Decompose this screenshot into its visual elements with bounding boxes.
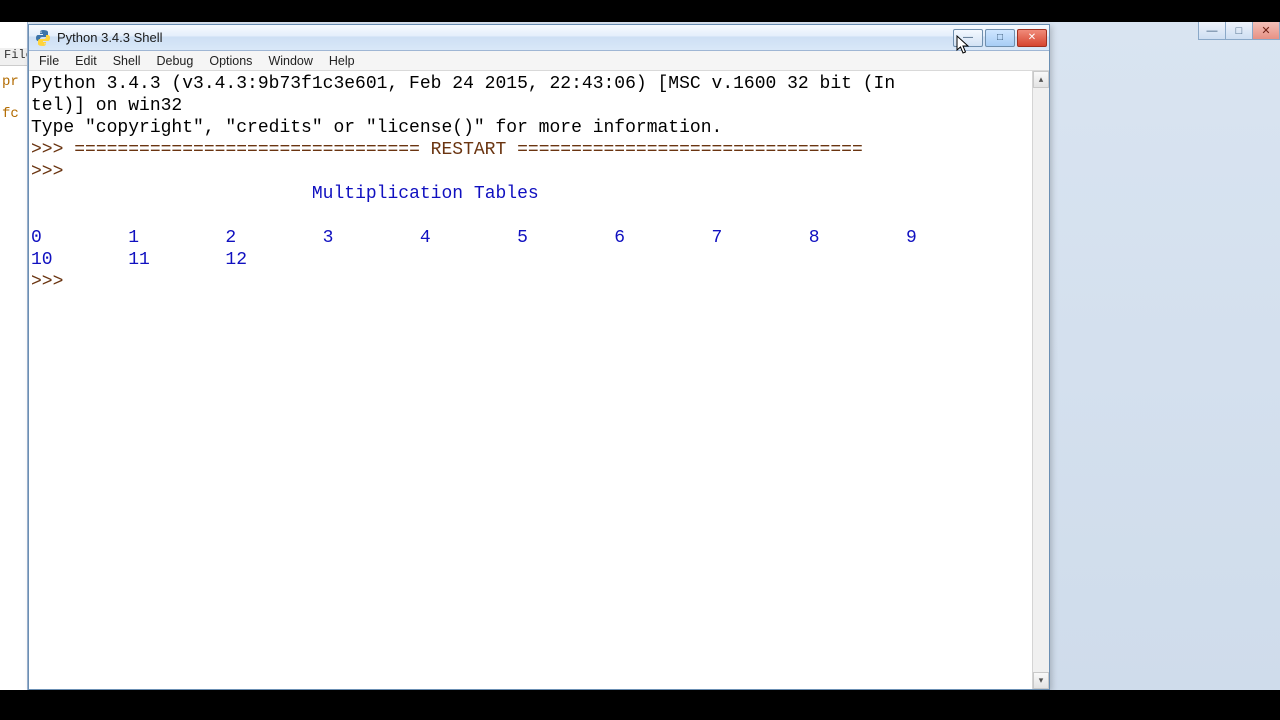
background-menu-file[interactable]: File	[0, 48, 28, 66]
python-icon	[35, 30, 51, 46]
banner-line: Type "copyright", "credits" or "license(…	[31, 118, 722, 138]
outer-maximize-button[interactable]: □	[1225, 22, 1253, 40]
menu-shell[interactable]: Shell	[105, 52, 149, 70]
output-numbers-row: 10 11 12	[31, 250, 323, 270]
desktop-area: — □ ✕ File pr fc Python 3.4.3 Shell — □ …	[0, 22, 1280, 690]
prompt: >>>	[31, 162, 74, 182]
outer-window-controls: — □ ✕	[1199, 22, 1280, 40]
menubar: File Edit Shell Debug Options Window Hel…	[29, 51, 1049, 71]
window-controls: — □ ✕	[951, 29, 1047, 47]
scroll-down-arrow[interactable]: ▾	[1033, 672, 1049, 689]
background-code-token: fc	[2, 106, 19, 122]
letterbox-top	[0, 0, 1280, 22]
close-button[interactable]: ✕	[1017, 29, 1047, 47]
letterbox-bottom	[0, 690, 1280, 720]
prompt: >>>	[31, 272, 74, 292]
outer-minimize-button[interactable]: —	[1198, 22, 1226, 40]
restart-line: ================================ RESTART…	[74, 140, 863, 160]
output-heading: Multiplication Tables	[312, 184, 539, 204]
output-heading-indent	[31, 184, 312, 204]
menu-file[interactable]: File	[31, 52, 67, 70]
maximize-button[interactable]: □	[985, 29, 1015, 47]
idle-shell-window: Python 3.4.3 Shell — □ ✕ File Edit Shell…	[28, 24, 1050, 690]
shell-area: Python 3.4.3 (v3.4.3:9b73f1c3e601, Feb 2…	[29, 71, 1049, 689]
output-numbers-row: 0 1 2 3 4 5 6 7 8 9	[31, 228, 1003, 248]
outer-close-button[interactable]: ✕	[1252, 22, 1280, 40]
menu-help[interactable]: Help	[321, 52, 363, 70]
prompt: >>>	[31, 140, 74, 160]
background-editor-window: File pr fc	[0, 22, 28, 690]
banner-line: Python 3.4.3 (v3.4.3:9b73f1c3e601, Feb 2…	[31, 74, 895, 94]
banner-line: tel)] on win32	[31, 96, 182, 116]
minimize-button[interactable]: —	[953, 29, 983, 47]
menu-edit[interactable]: Edit	[67, 52, 105, 70]
scroll-up-arrow[interactable]: ▴	[1033, 71, 1049, 88]
window-title: Python 3.4.3 Shell	[57, 30, 163, 45]
titlebar[interactable]: Python 3.4.3 Shell — □ ✕	[29, 25, 1049, 51]
vertical-scrollbar[interactable]: ▴ ▾	[1032, 71, 1049, 689]
background-code-token: pr	[2, 74, 19, 90]
menu-debug[interactable]: Debug	[149, 52, 202, 70]
shell-text-area[interactable]: Python 3.4.3 (v3.4.3:9b73f1c3e601, Feb 2…	[29, 71, 1032, 689]
menu-options[interactable]: Options	[201, 52, 260, 70]
menu-window[interactable]: Window	[260, 52, 320, 70]
